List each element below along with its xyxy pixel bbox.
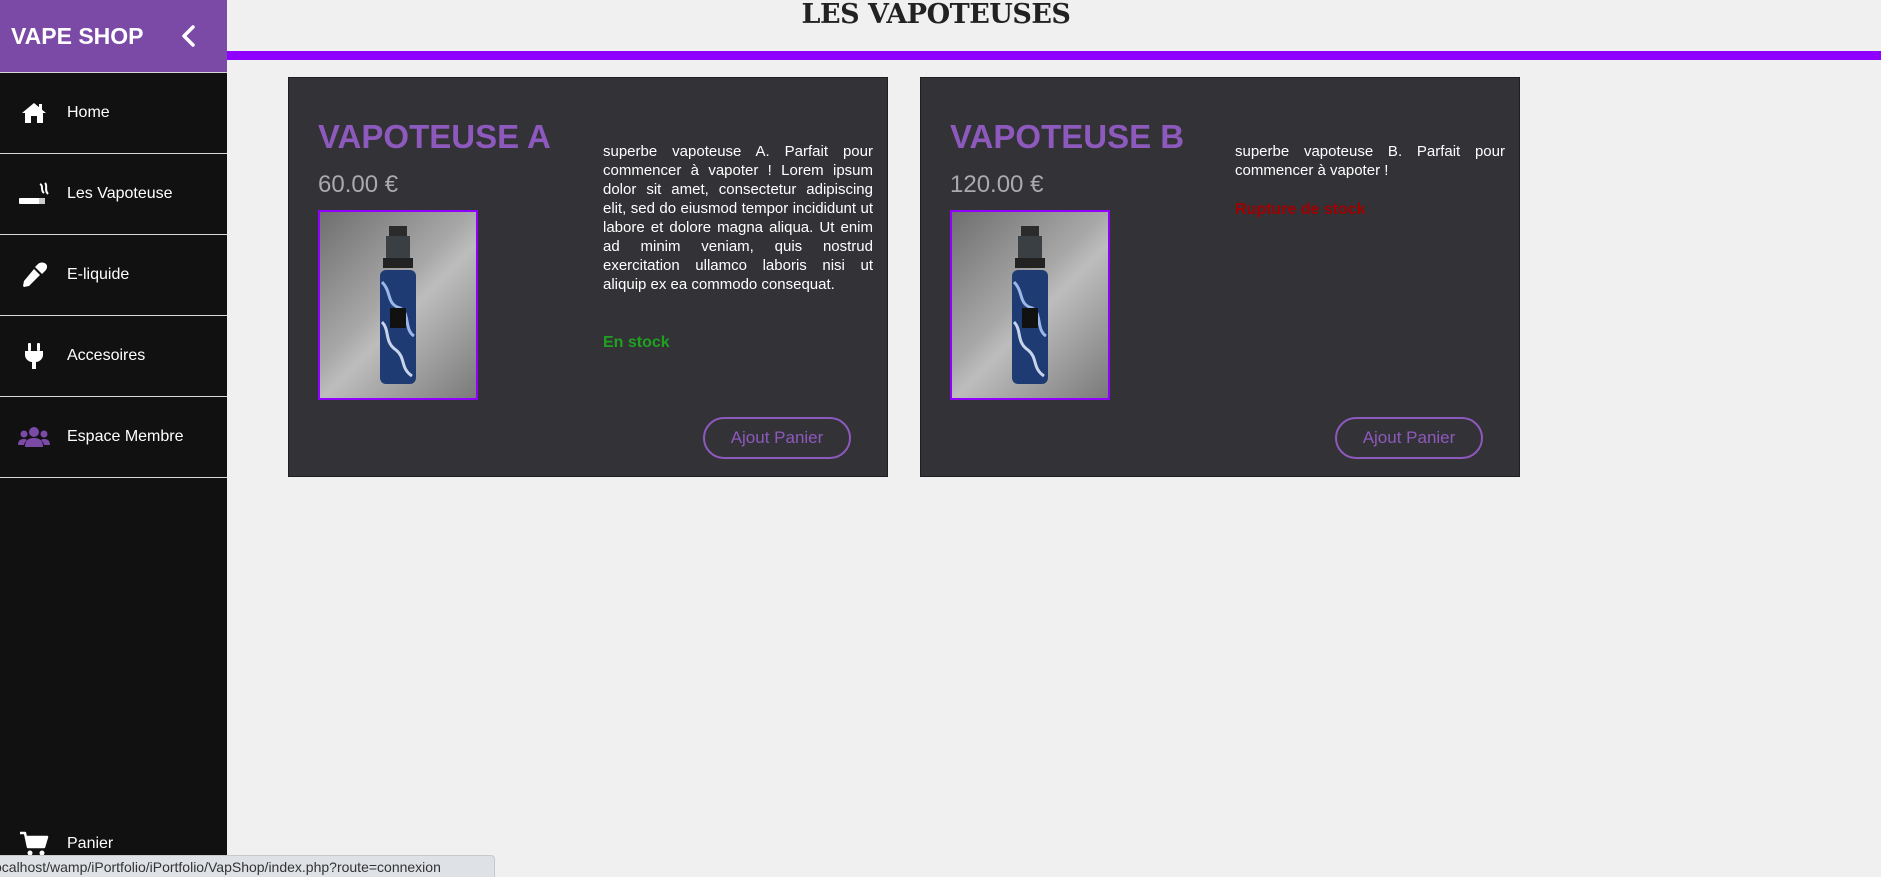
sidebar-item-eliquide[interactable]: E-liquide bbox=[0, 235, 227, 316]
product-description: superbe vapoteuse A. Parfait pour commen… bbox=[603, 143, 873, 293]
plug-icon bbox=[0, 342, 67, 370]
stock-status: En stock bbox=[603, 334, 670, 351]
sidebar-item-home[interactable]: Home bbox=[0, 73, 227, 154]
sidebar-item-label: Accesoires bbox=[67, 347, 146, 364]
sidebar-item-label: E-liquide bbox=[67, 266, 130, 283]
product-description: superbe vapoteuse B. Parfait pour commen… bbox=[1235, 143, 1505, 179]
cigarette-icon bbox=[0, 181, 67, 207]
product-name: VAPOTEUSE B bbox=[950, 118, 1185, 155]
stock-status: Rupture de stock bbox=[1235, 201, 1366, 218]
product-image bbox=[950, 210, 1110, 400]
status-url-text: ocalhost/wamp/iPortfolio/iPortfolio/VapS… bbox=[0, 859, 441, 875]
sidebar-item-espace-membre[interactable]: Espace Membre bbox=[0, 397, 227, 478]
collapse-sidebar-button[interactable] bbox=[181, 25, 197, 47]
add-to-cart-button[interactable]: Ajout Panier bbox=[1335, 417, 1483, 459]
app-root: VAPE SHOP Home Les Vapoteuse E-liquide A… bbox=[0, 0, 1881, 877]
sidebar-item-accessoires[interactable]: Accesoires bbox=[0, 316, 227, 397]
add-to-cart-button[interactable]: Ajout Panier bbox=[703, 417, 851, 459]
sidebar: VAPE SHOP Home Les Vapoteuse E-liquide A… bbox=[0, 0, 227, 877]
product-price: 60.00 € bbox=[318, 171, 399, 198]
sidebar-item-label: Home bbox=[67, 104, 110, 121]
product-name: VAPOTEUSE A bbox=[318, 118, 551, 155]
status-bar-url: ocalhost/wamp/iPortfolio/iPortfolio/VapS… bbox=[0, 855, 495, 877]
page-title: LES VAPOTEUSES bbox=[801, 0, 1071, 30]
brand-logo[interactable]: VAPE SHOP bbox=[11, 23, 144, 50]
home-icon bbox=[0, 101, 67, 125]
sidebar-header: VAPE SHOP bbox=[0, 0, 227, 72]
chevron-left-icon bbox=[182, 25, 195, 47]
title-underline bbox=[227, 51, 1881, 60]
product-card: VAPOTEUSE A 60.00 € superbe vapoteuse A.… bbox=[288, 77, 888, 477]
sidebar-nav: Home Les Vapoteuse E-liquide Accesoires … bbox=[0, 72, 227, 478]
cart-icon bbox=[0, 831, 67, 857]
product-price: 120.00 € bbox=[950, 171, 1044, 198]
sidebar-item-label: Les Vapoteuse bbox=[67, 185, 173, 202]
eyedropper-icon bbox=[0, 262, 67, 288]
product-image bbox=[318, 210, 478, 400]
sidebar-item-label: Panier bbox=[67, 835, 114, 852]
sidebar-item-label: Espace Membre bbox=[67, 428, 184, 445]
product-card: VAPOTEUSE B 120.00 € superbe vapoteuse B… bbox=[920, 77, 1520, 477]
sidebar-item-vapoteuse[interactable]: Les Vapoteuse bbox=[0, 154, 227, 235]
users-icon bbox=[0, 426, 67, 448]
